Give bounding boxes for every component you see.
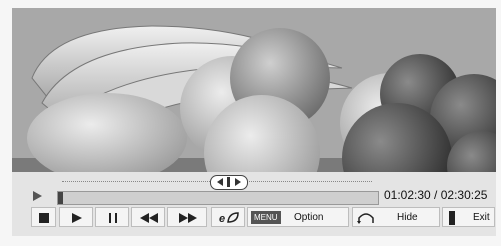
fruit-image — [12, 8, 496, 172]
play-status-icon — [33, 191, 42, 201]
option-button[interactable]: MENU Option — [247, 207, 349, 227]
menu-key-badge: MENU — [251, 211, 281, 224]
play-icon — [72, 213, 82, 223]
media-player: 01:02:30 / 02:30:25 e MENU Option Hide E… — [0, 0, 501, 246]
exit-icon — [449, 211, 455, 225]
progress-bar[interactable] — [57, 191, 379, 205]
svg-text:e: e — [219, 213, 225, 224]
time-separator: / — [430, 188, 441, 202]
seek-right-icon — [235, 178, 241, 186]
fast-forward-button[interactable] — [167, 207, 207, 227]
time-display: 01:02:30 / 02:30:25 — [384, 188, 487, 202]
progress-fill — [58, 192, 63, 204]
elapsed-time: 01:02:30 — [384, 188, 431, 202]
exit-label: Exit — [473, 212, 490, 223]
play-button[interactable] — [59, 207, 93, 227]
total-time: 02:30:25 — [440, 188, 488, 202]
stop-button[interactable] — [31, 207, 56, 227]
seek-position-icon — [227, 177, 230, 187]
exit-button[interactable]: Exit — [442, 207, 495, 227]
pause-icon — [109, 213, 117, 223]
rewind-icon — [140, 213, 158, 223]
seek-left-icon — [217, 178, 223, 186]
fast-forward-icon — [179, 213, 197, 223]
rewind-button[interactable] — [131, 207, 165, 227]
hide-button[interactable]: Hide — [352, 207, 440, 227]
video-frame — [12, 8, 496, 172]
option-label: Option — [294, 212, 324, 223]
playback-controls: 01:02:30 / 02:30:25 e MENU Option Hide E… — [12, 172, 496, 236]
seek-handle[interactable] — [210, 175, 248, 190]
energy-saving-icon: e — [219, 212, 239, 224]
return-icon — [357, 213, 374, 224]
energy-saving-button[interactable]: e — [211, 207, 245, 227]
hide-label: Hide — [397, 212, 418, 223]
stop-icon — [39, 213, 49, 223]
pause-button[interactable] — [95, 207, 129, 227]
